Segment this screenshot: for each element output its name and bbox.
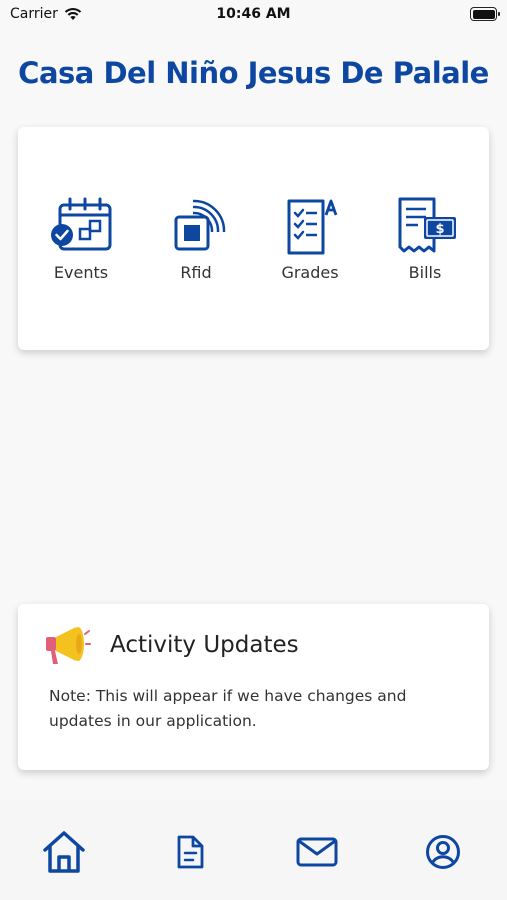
grades-checklist-icon [287, 199, 338, 255]
nav-profile-button[interactable] [415, 824, 471, 880]
menu-label-rfid: Rfid [180, 263, 212, 282]
nav-home-button[interactable] [36, 824, 92, 880]
svg-text:$: $ [435, 222, 444, 237]
bill-receipt-icon: $ [398, 197, 456, 253]
menu-label-bills: Bills [408, 263, 442, 282]
megaphone-icon [46, 627, 91, 664]
menu-item-events[interactable]: Events [23, 195, 139, 282]
document-icon [177, 835, 204, 869]
menu-card: Events Rfid Grades $ Bills [18, 127, 489, 350]
status-bar: Carrier 10:46 AM [0, 0, 507, 30]
calendar-check-icon [51, 197, 112, 251]
home-icon [43, 831, 85, 873]
battery-icon [470, 7, 500, 21]
activity-updates-title: Activity Updates [110, 632, 299, 658]
profile-icon [426, 835, 460, 869]
menu-item-rfid[interactable]: Rfid [138, 195, 254, 282]
rfid-signal-icon [174, 199, 226, 251]
activity-updates-header: Activity Updates [42, 622, 299, 668]
mail-icon [296, 837, 338, 867]
menu-label-grades: Grades [281, 263, 339, 282]
nav-messages-button[interactable] [289, 824, 345, 880]
menu-item-grades[interactable]: Grades [252, 195, 368, 282]
activity-updates-note: Note: This will appear if we have change… [49, 687, 407, 730]
bottom-nav [0, 800, 507, 900]
app-title: Casa Del Niño Jesus De Palale [18, 56, 489, 90]
activity-updates-card: Activity Updates Note: This will appear … [18, 604, 489, 770]
nav-documents-button[interactable] [162, 824, 218, 880]
menu-item-bills[interactable]: $ Bills [367, 195, 483, 282]
clock: 10:46 AM [216, 6, 291, 22]
menu-label-events: Events [53, 263, 109, 282]
